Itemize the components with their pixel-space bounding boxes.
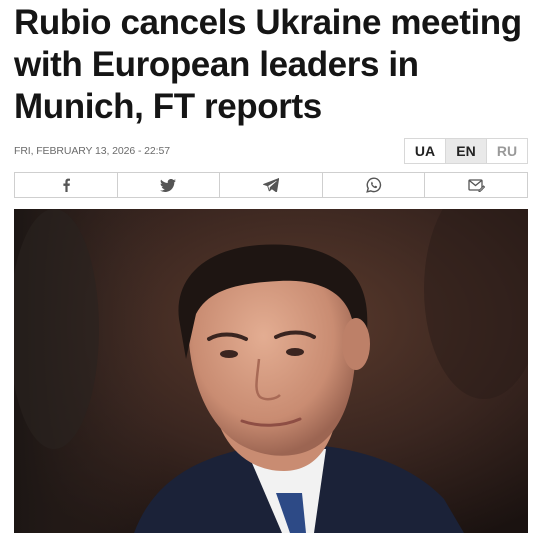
language-switcher: UA EN RU xyxy=(404,138,528,164)
share-bar xyxy=(14,172,528,198)
article-headline: Rubio cancels Ukraine meeting with Europ… xyxy=(14,3,522,126)
language-en-button[interactable]: EN xyxy=(445,139,486,163)
share-telegram-button[interactable] xyxy=(219,173,322,197)
facebook-icon xyxy=(63,178,70,192)
share-facebook-button[interactable] xyxy=(15,173,117,197)
share-whatsapp-button[interactable] xyxy=(321,173,425,197)
share-twitter-button[interactable] xyxy=(116,173,220,197)
whatsapp-icon xyxy=(365,177,381,193)
portrait-photo xyxy=(14,209,528,533)
article-meta: FRI, FEBRUARY 13, 2026 - 22:57 UA EN RU xyxy=(14,138,528,164)
email-icon xyxy=(468,179,485,192)
language-ua-button[interactable]: UA xyxy=(405,139,445,163)
twitter-icon xyxy=(160,178,177,192)
article-photo xyxy=(14,209,528,533)
telegram-icon xyxy=(262,178,279,192)
article-date: FRI, FEBRUARY 13, 2026 - 22:57 xyxy=(14,145,170,157)
share-email-button[interactable] xyxy=(424,173,527,197)
language-ru-button[interactable]: RU xyxy=(486,139,527,163)
